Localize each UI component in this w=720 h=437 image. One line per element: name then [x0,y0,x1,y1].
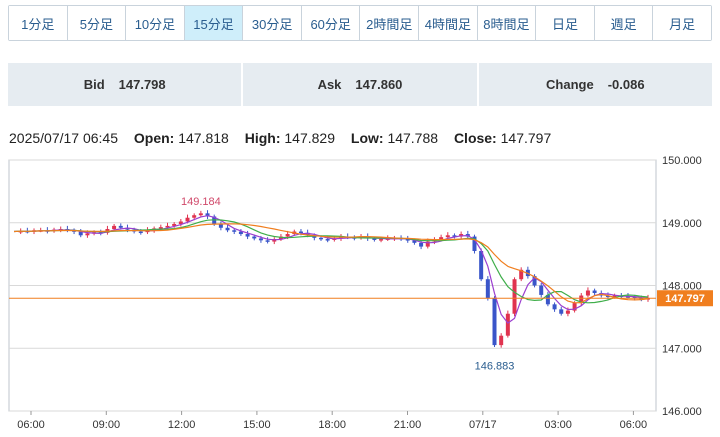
high-annotation: 149.184 [181,196,221,208]
quote-bar: Bid 147.798 Ask 147.860 Change -0.086 [8,63,712,106]
candle-body [245,234,250,237]
candle-body [298,231,303,234]
tab-1[interactable]: 5分足 [67,6,127,40]
open-label: Open: [133,130,175,146]
candle-body [552,304,557,310]
x-tick-label: 12:00 [168,419,196,431]
candle-body [505,313,510,336]
change-value: -0.086 [607,77,645,92]
candle-body [138,231,143,234]
timeframe-tabs: 1分足 5分足 10分足 15分足 30分足 60分足 2時間足 4時間足 8時間足 日足 週足 月足 [8,5,712,41]
candle-body [592,290,597,294]
tab-4[interactable]: 30分足 [243,6,302,40]
tab-3[interactable]: 15分足 [184,6,244,40]
bid-value: 147.798 [118,77,166,92]
low-value: 147.788 [387,130,439,146]
tab-11[interactable]: 月足 [653,6,711,40]
change-label: Change [546,77,594,92]
candle-body [499,335,504,346]
candle-body [112,225,117,230]
candle-body [258,238,263,241]
candle-body [325,239,330,241]
candle-body [185,217,190,222]
x-tick-label: 06:00 [17,419,45,431]
x-tick-label: 07/17 [469,419,497,431]
candle-body [85,233,90,236]
candle-body [439,237,444,240]
x-tick-label: 03:00 [544,419,572,431]
x-tick-label: 09:00 [93,419,121,431]
candle-body [479,250,484,280]
bid-label: Bid [83,77,105,92]
tab-2[interactable]: 10分足 [126,6,185,40]
x-tick-label: 18:00 [318,419,346,431]
candle-body [565,310,570,314]
candle-body [265,240,270,242]
tab-5[interactable]: 60分足 [301,6,361,40]
candle-body [445,235,450,238]
tab-8[interactable]: 8時間足 [477,6,537,40]
candle-body [512,279,517,314]
candle-body [252,236,257,239]
y-tick-label: 146.000 [662,406,702,418]
ask-label: Ask [317,77,342,92]
tab-10[interactable]: 週足 [594,6,654,40]
x-tick-label: 15:00 [243,419,271,431]
last-price-label: 147.797 [665,293,705,305]
y-tick-label: 150.000 [662,155,702,167]
candle-body [118,225,123,228]
candle-body [539,285,544,295]
chart-svg[interactable]: 150.000149.000148.000147.000146.00006:00… [0,150,720,437]
high-label: High: [244,130,281,146]
candle-body [198,213,203,216]
candle-body [585,290,590,296]
candle-body [192,215,197,218]
datetime: 2025/07/17 06:45 [9,130,118,146]
candle-body [232,230,237,232]
low-label: Low: [350,130,384,146]
ohlc-info: 2025/07/17 06:45 Open: 147.818 High: 147… [9,130,563,146]
low-annotation: 146.883 [475,361,515,373]
candle-body [285,234,290,237]
candle-body [318,237,323,240]
ask-cell: Ask 147.860 [243,63,477,106]
bid-cell: Bid 147.798 [8,63,242,106]
tab-6[interactable]: 2時間足 [360,6,420,40]
close-value: 147.797 [500,130,552,146]
candle-body [485,279,490,299]
tab-7[interactable]: 4時間足 [419,6,478,40]
x-tick-label: 21:00 [394,419,422,431]
candle-body [379,239,384,241]
price-chart[interactable]: 150.000 149.000 148.000 147.000 146.000 06:00… [0,150,720,437]
candle-body [158,227,163,229]
tab-0[interactable]: 1分足 [9,6,68,40]
candle-body [559,309,564,314]
candle-body [419,242,424,247]
x-tick-label: 06:00 [620,419,648,431]
ask-value: 147.860 [355,77,403,92]
tab-9[interactable]: 日足 [536,6,595,40]
change-cell: Change -0.086 [478,63,712,106]
y-tick-label: 149.000 [662,218,702,230]
y-tick-label: 147.000 [662,343,702,355]
candle-body [492,298,497,346]
candle-body [225,227,230,231]
close-label: Close: [453,130,497,146]
open-value: 147.818 [178,130,229,146]
high-value: 147.829 [284,130,335,146]
